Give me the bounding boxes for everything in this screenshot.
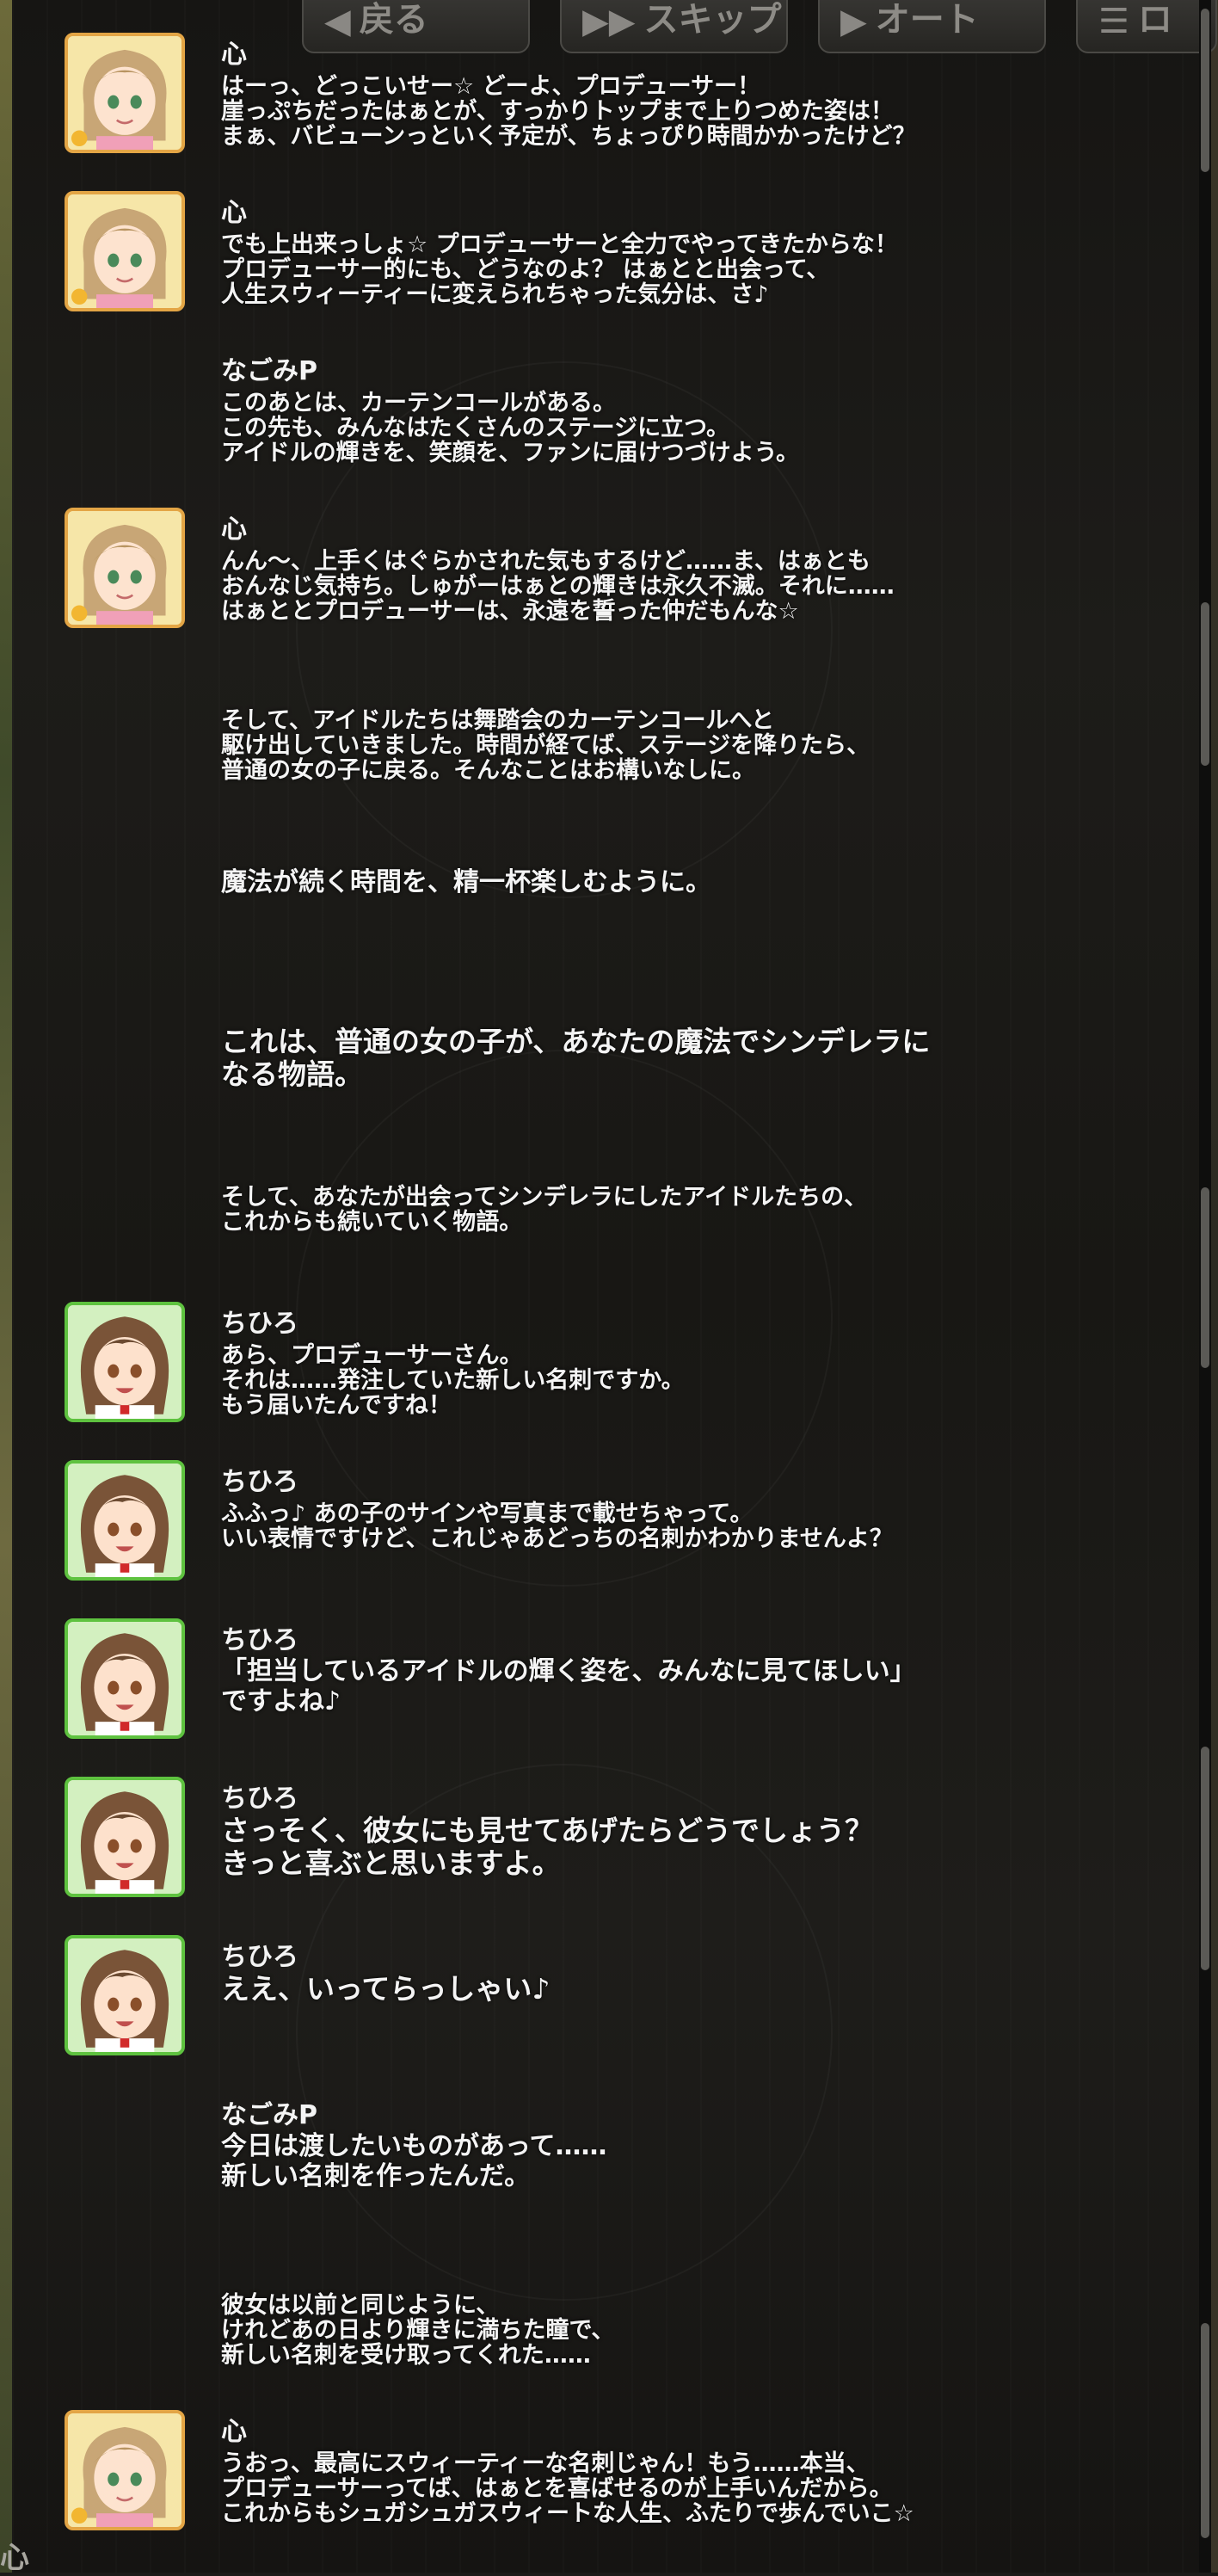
- scrollbar-thumb[interactable]: [1201, 1747, 1209, 1970]
- narration-line: 駆け出していきました。時間が経てば、ステージを降りたら、: [221, 732, 870, 759]
- narration-line: 普通の女の子に戻る。そんなことはお構いなしに。: [221, 757, 755, 784]
- narration-line: なる物語。: [221, 1057, 363, 1091]
- speaker-name: ちひろ: [221, 1309, 298, 1339]
- narration-entry: そして、アイドルたちは舞踏会のカーテンコールへと 駆け出していきました。時間が経…: [65, 667, 1183, 787]
- speaker-name: 心: [221, 40, 247, 70]
- dialogue-line: 「担当しているアイドルの輝く姿を、みんなに見てほしい」: [221, 1656, 916, 1686]
- dialogue-line: うおっ、最高にスウィーティーな名刺じゃん！もう……本当、: [221, 2450, 870, 2477]
- narration-line: けれどあの日より輝きに満ちた瞳で、: [221, 2317, 615, 2344]
- narration-line: 新しい名刺を受け取ってくれた……: [221, 2342, 591, 2369]
- dialogue-line: この先も、みんなはたくさんのステージに立つ。: [221, 415, 730, 441]
- speaker-name: ちひろ: [221, 1625, 298, 1655]
- kokoro-face-icon: [68, 2413, 181, 2527]
- chihiro-face-icon: [68, 1622, 181, 1735]
- chihiro-face-icon: [68, 1464, 181, 1577]
- log-entry: ちひろ 「担当しているアイドルの輝く姿を、みんなに見てほしい」 ですよね♪: [65, 1618, 1183, 1739]
- chihiro-portrait: [65, 1302, 185, 1422]
- kokoro-face-icon: [68, 511, 181, 625]
- narration-line: そして、あなたが出会ってシンデレラにしたアイドルたちの、: [221, 1184, 868, 1211]
- dialogue-line: ふふっ♪ あの子のサインや写真まで載せちゃって。: [221, 1501, 754, 1527]
- dialogue-line: 今日は渡したいものがあって……: [221, 2131, 607, 2161]
- speaker-name: なごみP: [221, 356, 317, 386]
- kokoro-face-icon: [68, 194, 181, 308]
- speaker-name: 心: [221, 2417, 247, 2447]
- kokoro-portrait: [65, 33, 185, 153]
- log-entry: なごみP 今日は渡したいものがあって…… 新しい名刺を作ったんだ。: [65, 2093, 1183, 2214]
- dialogue-line: でも上出来っしょ☆ プロデューサーと全力でやってきたからな！: [221, 231, 898, 258]
- kokoro-face-icon: [68, 36, 181, 150]
- scrollbar-thumb[interactable]: [1201, 2323, 1209, 2538]
- log-entry: 心 んん～、上手くはぐらかされた気もするけど……ま、はぁとも おんなじ気持ち。し…: [65, 508, 1183, 628]
- dialogue-line: アイドルの輝きを、笑顔を、ファンに届けつづけよう。: [221, 440, 800, 466]
- dialogue-line: プロデューサー的にも、どうなのよ？ はぁとと出会って、: [221, 256, 830, 283]
- narration-line: 魔法が続く時間を、精一杯楽しむように。: [221, 867, 711, 897]
- chihiro-portrait: [65, 1935, 185, 2055]
- log-entry: ちひろ ええ、いってらっしゃい♪: [65, 1935, 1183, 2055]
- speaker-name: 心: [221, 515, 247, 545]
- dialogue-line: いい表情ですけど、これじゃあどっちの名刺かわかりませんよ？: [221, 1525, 893, 1552]
- speaker-name: ちひろ: [221, 1467, 298, 1497]
- scrollbar-thumb[interactable]: [1201, 9, 1209, 172]
- dialogue-line: きっと喜ぶと思いますよ。: [221, 1846, 561, 1880]
- speaker-name: 心: [221, 198, 247, 228]
- dialogue-line: はぁととプロデューサーは、永遠を誓った仲だもんな☆: [221, 598, 799, 625]
- dialogue-line: さっそく、彼女にも見せてあげたらどうでしょう？: [221, 1814, 874, 1847]
- narration-entry: これは、普通の女の子が、あなたの魔法でシンデレラに なる物語。: [65, 984, 1183, 1105]
- dialogue-line: 人生スウィーティーに変えられちゃった気分は、さ♪: [221, 281, 769, 308]
- chihiro-portrait: [65, 1618, 185, 1739]
- narration-line: これからも続いていく物語。: [221, 1209, 523, 1236]
- chihiro-face-icon: [68, 1780, 181, 1894]
- background-left-strip: [0, 0, 12, 2573]
- dialogue-line: 崖っぷちだったはぁとが、すっかりトップまで上りつめた姿は！: [221, 98, 894, 125]
- scrollbar-thumb[interactable]: [1201, 1187, 1209, 1368]
- dialogue-line: おんなじ気持ち。しゅがーはぁとの輝きは永久不滅。それに……: [221, 573, 895, 600]
- chihiro-portrait: [65, 1777, 185, 1897]
- corner-character-label: 心: [0, 2541, 29, 2575]
- speaker-name: なごみP: [221, 2100, 317, 2130]
- dialogue-line: まぁ、バビューンっといく予定が、ちょっぴり時間かかったけど？: [221, 123, 916, 150]
- dialogue-line: これからもシュガシュガスウィートな人生、ふたりで歩んでいこ☆: [221, 2500, 914, 2527]
- log-entry: ちひろ ふふっ♪ あの子のサインや写真まで載せちゃって。 いい表情ですけど、これ…: [65, 1460, 1183, 1581]
- speaker-name: ちひろ: [221, 1784, 298, 1814]
- dialogue-line: ですよね♪: [221, 1686, 341, 1716]
- dialogue-line: もう届いたんですね！: [221, 1392, 452, 1419]
- dialogue-line: はーっ、どっこいせー☆ どーよ、プロデューサー！: [221, 73, 761, 100]
- dialogue-line: それは……発注していた新しい名刺ですか。: [221, 1367, 685, 1394]
- chihiro-face-icon: [68, 1305, 181, 1419]
- dialogue-line: このあとは、カーテンコールがある。: [221, 390, 616, 416]
- log-entry: ちひろ さっそく、彼女にも見せてあげたらどうでしょう？ きっと喜ぶと思いますよ。: [65, 1777, 1183, 1897]
- kokoro-portrait: [65, 508, 185, 628]
- log-entry: 心 うおっ、最高にスウィーティーな名刺じゃん！もう……本当、 プロデューサーって…: [65, 2410, 1183, 2530]
- narration-line: これは、普通の女の子が、あなたの魔法でシンデレラに: [221, 1025, 931, 1058]
- dialogue-line: 新しい名刺を作ったんだ。: [221, 2161, 531, 2191]
- dialogue-line: プロデューサーってば、はぁとを喜ばせるのが上手いんだから。: [221, 2475, 893, 2502]
- dialogue-line: んん～、上手くはぐらかされた気もするけど……ま、はぁとも: [221, 548, 870, 575]
- scrollbar-thumb[interactable]: [1201, 602, 1209, 766]
- log-entry: 心 でも上出来っしょ☆ プロデューサーと全力でやってきたからな！ プロデューサー…: [65, 191, 1183, 311]
- log-entry: 心 はーっ、どっこいせー☆ どーよ、プロデューサー！ 崖っぷちだったはぁとが、す…: [65, 33, 1183, 153]
- kokoro-portrait: [65, 191, 185, 311]
- dialogue-line: ええ、いってらっしゃい♪: [221, 1972, 551, 2006]
- speaker-name: ちひろ: [221, 1942, 298, 1972]
- narration-entry: そして、あなたが出会ってシンデレラにしたアイドルたちの、 これからも続いていく物…: [65, 1143, 1183, 1264]
- narration-entry: 魔法が続く時間を、精一杯楽しむように。: [65, 826, 1183, 946]
- narration-entry: 彼女は以前と同じように、 けれどあの日より輝きに満ちた瞳で、 新しい名刺を受け取…: [65, 2252, 1183, 2372]
- log-entry: なごみP このあとは、カーテンコールがある。 この先も、みんなはたくさんのステー…: [65, 349, 1183, 470]
- log-entry: ちひろ あら、プロデューサーさん。 それは……発注していた新しい名刺ですか。 も…: [65, 1302, 1183, 1422]
- chihiro-portrait: [65, 1460, 185, 1581]
- narration-line: そして、アイドルたちは舞踏会のカーテンコールへと: [221, 707, 775, 734]
- dialogue-line: あら、プロデューサーさん。: [221, 1342, 523, 1369]
- chihiro-face-icon: [68, 1938, 181, 2052]
- narration-line: 彼女は以前と同じように、: [221, 2292, 500, 2319]
- kokoro-portrait: [65, 2410, 185, 2530]
